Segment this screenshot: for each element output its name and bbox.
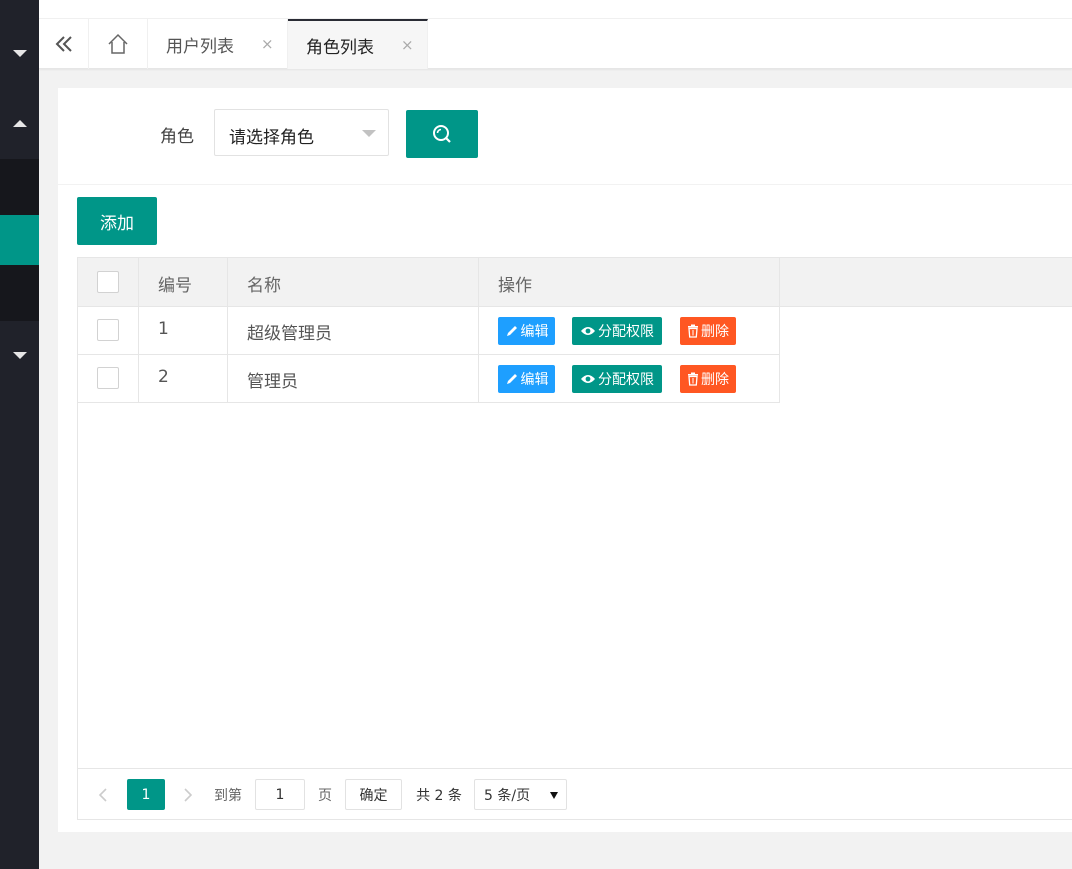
assign-permission-label: 分配权限 — [598, 372, 654, 388]
column-divider — [138, 307, 139, 355]
sidebar-collapse-toggle-2[interactable] — [0, 345, 39, 365]
role-filter-label: 角色 — [160, 127, 194, 147]
home-tab[interactable] — [89, 19, 148, 69]
row-name: 超级管理员 — [247, 324, 332, 344]
eye-icon — [580, 325, 596, 337]
next-page-button[interactable] — [177, 779, 199, 810]
column-divider — [779, 355, 780, 403]
chevron-left-icon — [98, 787, 107, 802]
sidebar-subitem-3[interactable] — [0, 265, 39, 321]
tab-label: 角色列表 — [306, 37, 374, 58]
assign-permission-button[interactable]: 分配权限 — [572, 317, 662, 345]
pagination: 1 到第 1 页 确定 共 2 条 5 条/页 — [78, 768, 1072, 820]
page-size-select[interactable]: 5 条/页 — [474, 779, 567, 810]
row-id: 1 — [158, 319, 169, 339]
tabs-bar: 用户列表 × 角色列表 × — [39, 19, 1072, 69]
table-header: 编号 名称 操作 — [78, 258, 1072, 307]
caret-up-icon — [12, 119, 27, 127]
sidebar — [0, 0, 39, 869]
prev-page-button[interactable] — [92, 779, 114, 810]
eye-icon — [580, 373, 596, 385]
caret-down-icon — [12, 49, 27, 57]
role-select[interactable]: 请选择角色 — [214, 109, 389, 156]
edit-label: 编辑 — [520, 372, 549, 388]
sidebar-subitem-active[interactable] — [0, 215, 39, 265]
tab-user-list[interactable]: 用户列表 × — [148, 19, 288, 69]
goto-suffix-label: 页 — [318, 787, 332, 804]
trash-icon — [687, 324, 699, 338]
search-icon — [433, 125, 451, 143]
column-divider — [478, 355, 479, 403]
top-header — [39, 0, 1072, 19]
column-divider — [227, 355, 228, 403]
column-header-id: 编号 — [158, 276, 192, 296]
select-all-checkbox[interactable] — [97, 271, 119, 293]
goto-prefix-label: 到第 — [214, 787, 242, 804]
pencil-icon — [505, 372, 519, 386]
column-divider — [227, 307, 228, 355]
double-chevron-left-icon — [55, 36, 72, 52]
edit-button[interactable]: 编辑 — [498, 317, 555, 345]
assign-permission-label: 分配权限 — [598, 324, 654, 340]
column-divider — [478, 258, 479, 307]
tab-role-list[interactable]: 角色列表 × — [288, 19, 428, 69]
chevron-down-icon — [362, 130, 376, 137]
row-checkbox[interactable] — [97, 367, 119, 389]
column-divider — [779, 258, 780, 307]
home-icon — [108, 33, 128, 54]
main-card: 角色 请选择角色 添加 编号 名称 操作 1 超级管理员 编辑 分配权限 删除 … — [58, 88, 1072, 832]
caret-down-icon — [12, 351, 27, 359]
search-button[interactable] — [406, 110, 478, 158]
column-header-name: 名称 — [247, 276, 281, 296]
chevron-right-icon — [184, 787, 193, 802]
row-checkbox[interactable] — [97, 319, 119, 341]
delete-label: 删除 — [701, 372, 729, 388]
edit-button[interactable]: 编辑 — [498, 365, 555, 393]
add-button[interactable]: 添加 — [77, 197, 157, 245]
caret-down-icon — [550, 792, 558, 799]
delete-label: 删除 — [701, 324, 729, 340]
tab-label: 用户列表 — [166, 36, 234, 57]
role-table: 编号 名称 操作 1 超级管理员 编辑 分配权限 删除 2 管理员 编辑 分配权… — [77, 257, 1072, 820]
delete-button[interactable]: 删除 — [680, 365, 736, 393]
tab-close-icon[interactable]: × — [261, 35, 274, 53]
sidebar-collapse-toggle-1[interactable] — [0, 43, 39, 63]
pencil-icon — [505, 324, 519, 338]
edit-label: 编辑 — [520, 324, 549, 340]
column-divider — [779, 307, 780, 355]
table-row: 1 超级管理员 编辑 分配权限 删除 — [78, 307, 780, 355]
table-row: 2 管理员 编辑 分配权限 删除 — [78, 355, 780, 403]
page-1-button[interactable]: 1 — [127, 779, 165, 810]
assign-permission-button[interactable]: 分配权限 — [572, 365, 662, 393]
goto-page-input[interactable]: 1 — [255, 779, 305, 810]
column-divider — [138, 355, 139, 403]
column-divider — [478, 307, 479, 355]
role-select-value: 请选择角色 — [229, 128, 314, 148]
sidebar-expand-toggle[interactable] — [0, 113, 39, 133]
page-size-value: 5 条/页 — [484, 787, 531, 804]
column-header-actions: 操作 — [498, 276, 532, 296]
goto-confirm-button[interactable]: 确定 — [345, 779, 402, 810]
row-name: 管理员 — [247, 372, 298, 392]
tab-close-icon[interactable]: × — [401, 36, 414, 54]
tabs-scroll-left-button[interactable] — [39, 19, 89, 69]
sidebar-subitem-1[interactable] — [0, 159, 39, 215]
column-divider — [138, 258, 139, 307]
total-count: 共 2 条 — [416, 787, 462, 804]
divider — [58, 184, 1072, 185]
trash-icon — [687, 372, 699, 386]
column-divider — [227, 258, 228, 307]
delete-button[interactable]: 删除 — [680, 317, 736, 345]
row-id: 2 — [158, 367, 169, 387]
